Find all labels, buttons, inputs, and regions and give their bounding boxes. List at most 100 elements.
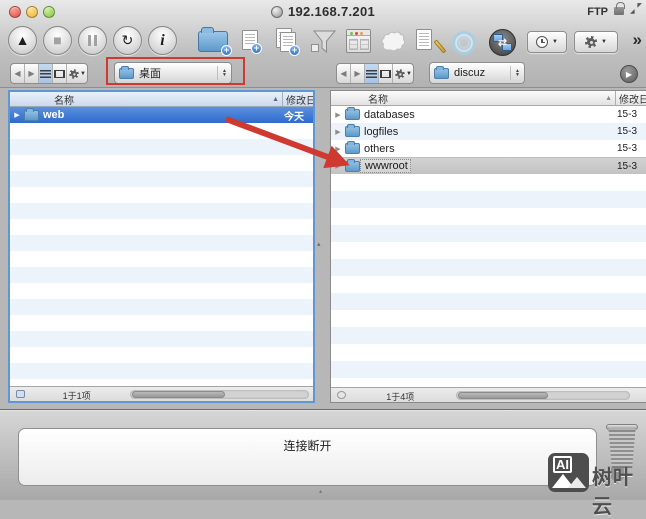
- new-file-button[interactable]: +: [242, 30, 262, 54]
- fullscreen-arrow-icon: ◢: [630, 9, 635, 15]
- column-view-button[interactable]: [379, 64, 393, 83]
- file-row-logfiles[interactable]: ▶ logfiles 15-3: [331, 123, 646, 140]
- mountain-icon: [568, 477, 586, 488]
- back-button[interactable]: ◀: [11, 64, 25, 83]
- right-path-dropdown[interactable]: discuz ▲ ▼: [429, 62, 525, 84]
- file-row-wwwroot[interactable]: ▶ wwwroot 15-3: [331, 157, 646, 174]
- new-folder-button[interactable]: +: [198, 27, 232, 56]
- info-button[interactable]: i: [148, 26, 177, 55]
- funnel-box-icon: [311, 44, 319, 52]
- fullscreen-arrow-icon: ◤: [637, 3, 642, 9]
- stepper-icon: ▲ ▼: [510, 66, 520, 80]
- back-button[interactable]: ◀: [337, 64, 351, 83]
- history-dropdown-button[interactable]: ▼: [527, 31, 567, 53]
- view-options-button[interactable]: ▼: [67, 64, 87, 83]
- file-name: wwwroot: [360, 159, 411, 173]
- file-modified: 15-3: [617, 160, 638, 172]
- scrollbar-thumb[interactable]: [132, 391, 226, 398]
- gear-icon: [69, 68, 79, 79]
- clock-icon: [536, 36, 549, 48]
- globe-icon: [270, 6, 283, 18]
- modified-column-header[interactable]: 修改日期: [282, 92, 313, 106]
- folder-icon: [24, 107, 39, 121]
- skip-dog-button[interactable]: [380, 28, 410, 61]
- disclosure-triangle-icon[interactable]: ▶: [331, 162, 345, 170]
- modified-column-header[interactable]: 修改日期: [615, 91, 646, 105]
- forward-button[interactable]: ▶: [351, 64, 365, 83]
- panel-divider-grabber[interactable]: ▴: [317, 240, 321, 248]
- fullscreen-button[interactable]: ◤ ◢: [630, 3, 642, 15]
- gear-icon: [395, 68, 405, 79]
- lock-icon: [614, 2, 625, 15]
- resize-grabber[interactable]: ▴: [319, 488, 322, 495]
- window-chrome: 192.168.7.201 FTP ◤ ◢ ▲ ■ ↻ i + + + ⇄ ▼ ▼…: [0, 0, 646, 88]
- file-modified: 15-3: [617, 126, 638, 137]
- pause-button[interactable]: [78, 26, 107, 55]
- list-view-button[interactable]: [39, 64, 53, 83]
- file-row-web[interactable]: ▶ web 今天: [10, 107, 313, 123]
- list-view-button[interactable]: [365, 64, 379, 83]
- stop-icon: ■: [53, 32, 62, 48]
- file-row-others[interactable]: ▶ others 15-3: [331, 140, 646, 157]
- plus-badge-icon: +: [289, 45, 300, 56]
- remote-file-list: ▶ databases 15-3 ▶ logfiles 15-3 ▶ other…: [331, 106, 646, 387]
- filter-button[interactable]: [310, 28, 338, 60]
- sync-arrows-icon: ⇄: [497, 37, 508, 49]
- local-file-list: ▶ web 今天: [10, 107, 313, 386]
- eject-icon: ▲: [15, 32, 30, 48]
- tabs-button[interactable]: [346, 29, 371, 53]
- column-view-button[interactable]: [53, 64, 67, 83]
- remote-table-header[interactable]: 名称 ▲ 修改日期: [331, 91, 646, 106]
- action-dropdown-button[interactable]: ▼: [574, 31, 618, 53]
- remote-file-panel: 名称 ▲ 修改日期 ▶ databases 15-3 ▶ logfiles 15-…: [330, 90, 646, 403]
- column-view-icon: [380, 69, 391, 78]
- disclosure-triangle-icon[interactable]: ▶: [331, 111, 345, 119]
- upload-button[interactable]: ▲: [8, 26, 37, 55]
- document-icon: +: [242, 30, 262, 54]
- chevron-down-icon: ▼: [406, 70, 412, 77]
- disclosure-triangle-icon[interactable]: ▶: [331, 145, 345, 153]
- gear-icon: [585, 36, 598, 48]
- plus-badge-icon: +: [221, 45, 232, 56]
- duplicate-button[interactable]: +: [276, 28, 300, 56]
- column-icon: [349, 39, 358, 50]
- forward-button[interactable]: ▶: [25, 64, 39, 83]
- list-view-icon: [40, 69, 51, 78]
- toolbar-overflow-button[interactable]: »: [633, 30, 642, 50]
- file-modified: 15-3: [617, 143, 638, 154]
- sync-button[interactable]: ⇄: [489, 29, 516, 56]
- edit-button[interactable]: [416, 29, 447, 54]
- horizontal-scrollbar[interactable]: [456, 391, 630, 400]
- connect-play-button[interactable]: ▶: [620, 65, 638, 83]
- file-modified: 今天: [284, 111, 304, 123]
- scrollbar-thumb[interactable]: [458, 392, 549, 399]
- view-options-button[interactable]: ▼: [393, 64, 413, 83]
- folder-icon: [345, 141, 360, 154]
- column-icon: [360, 39, 369, 50]
- remote-item-count: 1于4项: [386, 392, 415, 402]
- chevron-down-icon: ▼: [552, 39, 558, 45]
- window-title: 192.168.7.201: [287, 4, 376, 19]
- local-status-bar: 1于1项: [10, 386, 313, 401]
- list-view-icon: [366, 69, 377, 78]
- local-table-header[interactable]: 名称 ▲ 修改日期: [10, 92, 313, 107]
- disclosure-triangle-icon[interactable]: ▶: [331, 128, 345, 136]
- horizontal-scrollbar[interactable]: [130, 390, 309, 399]
- disclosure-triangle-icon[interactable]: ▶: [10, 111, 24, 119]
- column-view-icon: [54, 69, 65, 78]
- file-name: logfiles: [364, 125, 399, 138]
- window-title-row: 192.168.7.201: [0, 4, 646, 19]
- name-column-header[interactable]: 名称: [331, 91, 388, 106]
- chevron-down-icon: ▼: [80, 70, 86, 77]
- watermark-ai-label: AI: [553, 456, 572, 473]
- name-column-header[interactable]: 名称: [10, 92, 74, 107]
- folder-icon: [434, 65, 449, 79]
- transfer-queue-panel[interactable]: 连接断开: [18, 428, 597, 486]
- refresh-button[interactable]: ↻: [113, 26, 142, 55]
- stop-button[interactable]: ■: [43, 26, 72, 55]
- remote-status-bar: 1于4项: [331, 387, 646, 402]
- right-view-segmented-control: ◀ ▶ ▼: [336, 63, 414, 84]
- file-modified: 15-3: [617, 109, 638, 120]
- empty-rows-stripes: [331, 174, 646, 387]
- file-row-databases[interactable]: ▶ databases 15-3: [331, 106, 646, 123]
